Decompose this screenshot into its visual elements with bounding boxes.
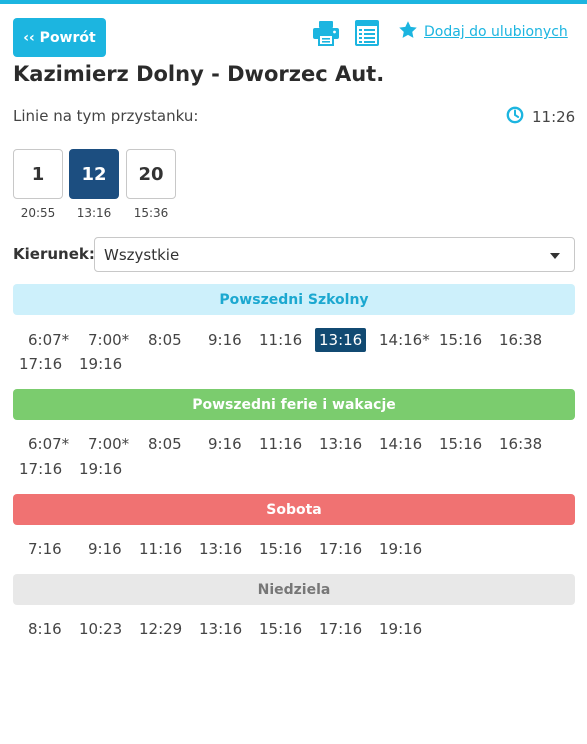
- departure-time: 8:05: [148, 331, 182, 349]
- departure-time: 7:00*: [88, 331, 130, 349]
- current-time: 11:26: [506, 106, 575, 128]
- departure-time: 19:16: [79, 460, 123, 478]
- departure-time: 6:07*: [28, 435, 70, 453]
- lines-at-stop-label: Linie na tym przystanku:: [13, 107, 199, 125]
- current-time-value: 11:26: [532, 108, 576, 126]
- departure-time: 19:16: [379, 540, 423, 558]
- add-to-favorites-link[interactable]: Dodaj do ulubionych: [398, 20, 568, 44]
- list-view-icon[interactable]: [355, 20, 379, 46]
- schedule-header-saturday: Sobota: [13, 494, 575, 525]
- departure-time: 17:16: [319, 540, 363, 558]
- star-icon: [398, 20, 418, 44]
- departure-time: 19:16: [79, 355, 123, 373]
- departure-time: 8:16: [28, 620, 62, 638]
- departure-time: 13:16: [199, 620, 243, 638]
- departure-time: 8:05: [148, 435, 182, 453]
- line-button-12[interactable]: 12: [69, 149, 119, 199]
- departure-time: 15:16: [439, 331, 483, 349]
- page-title: Kazimierz Dolny - Dworzec Aut.: [13, 62, 385, 86]
- departure-time: 16:38: [499, 331, 543, 349]
- departure-time: 17:16: [19, 355, 63, 373]
- departure-time: 17:16: [19, 460, 63, 478]
- top-accent-bar: [0, 0, 587, 4]
- departure-time: 11:16: [259, 435, 303, 453]
- direction-label: Kierunek:: [13, 245, 95, 263]
- departure-time: 15:16: [439, 435, 483, 453]
- departure-time: 6:07*: [28, 331, 70, 349]
- departure-time: 13:16: [319, 435, 363, 453]
- line-next-time: 15:36: [133, 206, 169, 220]
- departure-time: 14:16*: [379, 331, 430, 349]
- departure-time: 9:16: [208, 331, 242, 349]
- departure-time: 7:16: [28, 540, 62, 558]
- line-next-time: 20:55: [20, 206, 56, 220]
- departure-time: 9:16: [208, 435, 242, 453]
- direction-select[interactable]: Wszystkie: [94, 237, 575, 272]
- add-to-favorites-label: Dodaj do ulubionych: [424, 24, 568, 40]
- departure-time: 15:16: [259, 620, 303, 638]
- departure-time: 12:29: [139, 620, 183, 638]
- print-icon[interactable]: [312, 20, 340, 46]
- line-next-time: 13:16: [76, 206, 112, 220]
- back-button[interactable]: ‹‹ Powrót: [13, 18, 106, 57]
- departure-time: 11:16: [259, 331, 303, 349]
- departure-time-highlighted: 13:16: [315, 328, 367, 352]
- departure-time: 17:16: [319, 620, 363, 638]
- departure-time: 9:16: [88, 540, 122, 558]
- departure-time: 7:00*: [88, 435, 130, 453]
- chevron-down-icon: [550, 253, 560, 259]
- departure-time: 13:16: [199, 540, 243, 558]
- schedule-header-school-weekday: Powszedni Szkolny: [13, 284, 575, 315]
- schedule-header-holiday-weekday: Powszedni ferie i wakacje: [13, 389, 575, 420]
- departure-time: 15:16: [259, 540, 303, 558]
- departure-time: 11:16: [139, 540, 183, 558]
- line-button-1[interactable]: 1: [13, 149, 63, 199]
- clock-icon: [506, 106, 532, 128]
- departure-time: 19:16: [379, 620, 423, 638]
- direction-select-value: Wszystkie: [104, 245, 180, 264]
- line-button-20[interactable]: 20: [126, 149, 176, 199]
- departure-time: 16:38: [499, 435, 543, 453]
- departure-time: 14:16: [379, 435, 423, 453]
- schedule-header-sunday: Niedziela: [13, 574, 575, 605]
- departure-time: 10:23: [79, 620, 123, 638]
